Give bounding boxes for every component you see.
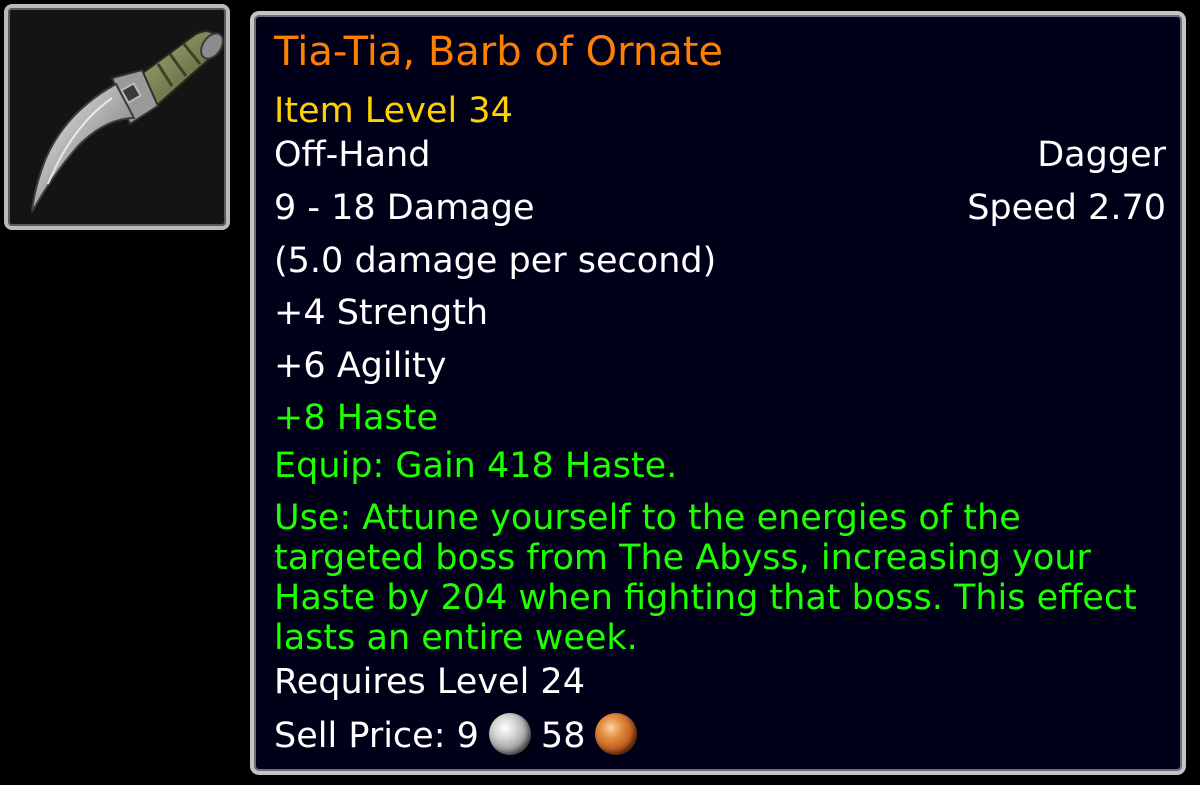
item-icon-frame[interactable] bbox=[4, 4, 230, 230]
required-level: Requires Level 24 bbox=[274, 662, 585, 702]
copper-coin-icon bbox=[595, 713, 638, 755]
use-effect: Use: Attune yourself to the energies of … bbox=[274, 498, 1137, 658]
item-damage: 9 - 18 Damage bbox=[274, 188, 535, 228]
dagger-icon bbox=[31, 30, 224, 213]
item-tooltip: Tia-Tia, Barb of Ornate Item Level 34 Of… bbox=[250, 11, 1186, 775]
sell-price-copper: 58 bbox=[540, 716, 586, 756]
sell-price-silver: 9 bbox=[456, 716, 479, 756]
item-slot: Off-Hand bbox=[274, 135, 431, 175]
slot-type-row: Off-Hand Dagger bbox=[274, 135, 1166, 175]
item-name[interactable]: Tia-Tia, Barb of Ornate bbox=[274, 29, 1166, 75]
damage-speed-row: 9 - 18 Damage Speed 2.70 bbox=[274, 188, 1166, 228]
equip-effect: Equip: Gain 418 Haste. bbox=[274, 446, 678, 486]
silver-coin-icon bbox=[488, 713, 531, 755]
sell-price-label: Sell Price: bbox=[274, 716, 446, 756]
item-type: Dagger bbox=[1037, 135, 1166, 175]
stat-haste: +8 Haste bbox=[274, 398, 438, 438]
item-level: Item Level 34 bbox=[274, 91, 513, 131]
stat-agility: +6 Agility bbox=[274, 346, 447, 386]
item-speed: Speed 2.70 bbox=[967, 188, 1166, 228]
item-dps: (5.0 damage per second) bbox=[274, 241, 717, 281]
stat-strength: +4 Strength bbox=[274, 293, 489, 333]
sell-price-row: Sell Price: 9 58 bbox=[274, 713, 1166, 756]
